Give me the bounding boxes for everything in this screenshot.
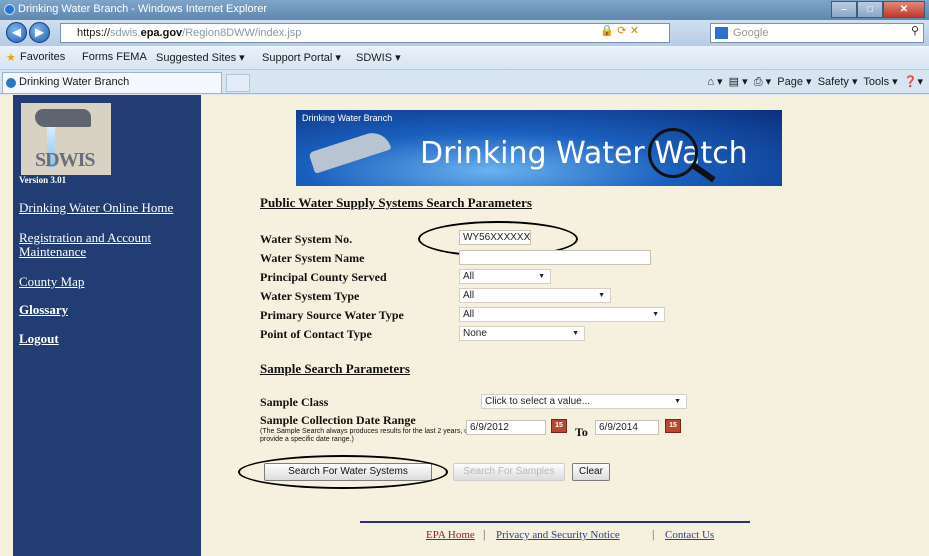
system-type-label: Water System Type — [260, 289, 360, 303]
home-icon[interactable]: ⌂ ▾ — [707, 76, 722, 88]
search-samples-button[interactable]: Search For Samples — [453, 463, 565, 481]
county-value: All — [463, 271, 475, 282]
calendar-icon-to[interactable]: 15 — [665, 419, 681, 433]
url-host: sdwis. — [110, 27, 141, 39]
favorites-bar: ★ Favorites Forms FEMA Suggested Sites ▾… — [0, 46, 929, 70]
search-placeholder: Google — [733, 27, 769, 39]
command-bar: ⌂ ▾ ▤ ▾ ⎙ ▾ Page ▾ Safety ▾ Tools ▾ ❓▾ — [707, 75, 923, 89]
close-icon[interactable]: ✕ — [883, 1, 925, 18]
clear-button[interactable]: Clear — [572, 463, 610, 481]
chevron-down-icon: ▼ — [674, 398, 681, 405]
window-title-bar: Drinking Water Branch - Windows Internet… — [0, 0, 929, 20]
favorite-support-portal[interactable]: Support Portal ▾ — [262, 51, 341, 64]
address-bar[interactable]: https://sdwis.epa.gov/Region8DWW/index.j… — [60, 23, 670, 43]
tab-drinking-water-branch[interactable]: Drinking Water Branch — [2, 72, 222, 93]
help-icon[interactable]: ❓▾ — [904, 76, 923, 88]
date-from-input[interactable]: 6/9/2012 — [466, 420, 546, 435]
page-menu[interactable]: Page ▾ — [777, 76, 811, 88]
sdwis-logo: SDWIS — [21, 103, 111, 175]
contact-type-label: Point of Contact Type — [260, 327, 372, 341]
forward-icon[interactable]: ▶ — [29, 22, 50, 43]
county-select[interactable]: All ▼ — [459, 269, 551, 284]
url-domain: epa.gov — [140, 27, 183, 39]
water-system-no-label: Water System No. — [260, 232, 353, 246]
chevron-down-icon: ▼ — [538, 273, 545, 280]
sidebar-item-home[interactable]: Drinking Water Online Home — [19, 201, 173, 214]
faucet-icon — [35, 109, 91, 127]
tools-menu[interactable]: Tools ▾ — [863, 76, 897, 88]
date-to-input[interactable]: 6/9/2014 — [595, 420, 659, 435]
sidebar: SDWIS Version 3.01 Drinking Water Online… — [13, 95, 201, 556]
water-system-no-input[interactable]: WY56XXXXXX — [459, 230, 531, 245]
favorite-forms-fema[interactable]: Forms FEMA — [82, 51, 147, 63]
water-system-name-input[interactable] — [459, 250, 651, 265]
favorites-button[interactable]: Favorites — [20, 51, 65, 63]
sample-class-value: Click to select a value... — [485, 396, 591, 407]
sample-class-select[interactable]: Click to select a value... ▼ — [481, 394, 687, 409]
pws-search-heading: Public Water Supply Systems Search Param… — [260, 195, 532, 210]
internet-explorer-icon — [4, 4, 15, 15]
url-scheme: https:// — [77, 27, 111, 39]
system-type-value: All — [463, 290, 475, 301]
contact-type-value: None — [463, 328, 487, 339]
logo-text: SDWIS — [35, 149, 95, 171]
sidebar-item-registration[interactable]: Registration and Account — [19, 231, 151, 244]
footer-link-privacy[interactable]: Privacy and Security Notice — [496, 529, 620, 541]
footer-link-contact[interactable]: Contact Us — [665, 529, 714, 541]
system-type-select[interactable]: All ▼ — [459, 288, 611, 303]
faucet-image — [308, 128, 392, 174]
print-icon[interactable]: ⎙ ▾ — [754, 76, 771, 88]
footer-divider — [360, 521, 750, 523]
search-water-systems-button[interactable]: Search For Water Systems — [264, 463, 432, 481]
google-icon — [715, 27, 728, 39]
sample-class-label: Sample Class — [260, 395, 329, 409]
source-type-value: All — [463, 309, 475, 320]
back-icon[interactable]: ◀ — [6, 22, 27, 43]
window-controls: – □ ✕ — [831, 1, 925, 18]
calendar-icon-from[interactable]: 15 — [551, 419, 567, 433]
favorites-star-icon[interactable]: ★ — [6, 51, 16, 64]
browser-nav-bar: ◀ ▶ https://sdwis.epa.gov/Region8DWW/ind… — [0, 20, 929, 46]
feeds-icon[interactable]: ▤ ▾ — [729, 76, 748, 88]
source-type-label: Primary Source Water Type — [260, 308, 404, 322]
favorite-sdwis[interactable]: SDWIS ▾ — [356, 51, 401, 64]
search-icon[interactable]: ⚲ — [911, 24, 919, 37]
tab-bar: Drinking Water Branch ⌂ ▾ ▤ ▾ ⎙ ▾ Page ▾… — [0, 70, 929, 94]
footer-link-epa-home[interactable]: EPA Home — [426, 529, 475, 541]
magnifier-icon — [648, 128, 698, 178]
contact-type-select[interactable]: None ▼ — [459, 326, 585, 341]
banner-subtitle: Drinking Water Branch — [302, 113, 393, 123]
minimize-icon[interactable]: – — [831, 1, 857, 18]
sidebar-item-logout[interactable]: Logout — [19, 332, 59, 345]
sidebar-item-registration-line2[interactable]: Maintenance — [19, 245, 86, 258]
footer-separator: | — [652, 527, 655, 541]
sidebar-item-county-map[interactable]: County Map — [19, 275, 84, 288]
chevron-down-icon: ▼ — [598, 292, 605, 299]
date-to-label: To — [575, 425, 588, 439]
sample-search-heading: Sample Search Parameters — [260, 361, 410, 376]
maximize-icon[interactable]: □ — [857, 1, 883, 18]
safety-menu[interactable]: Safety ▾ — [818, 76, 858, 88]
lock-icon[interactable]: 🔒 ⟳ ✕ — [600, 24, 639, 37]
date-range-label: Sample Collection Date Range — [260, 413, 416, 427]
new-tab-button[interactable] — [226, 74, 250, 92]
window-title: Drinking Water Branch - Windows Internet… — [18, 3, 268, 15]
url-path: /Region8DWW/index.jsp — [182, 27, 302, 39]
version-label: Version 3.01 — [19, 175, 67, 185]
favorite-suggested-sites[interactable]: Suggested Sites ▾ — [156, 51, 245, 64]
search-box[interactable]: Google ⚲ — [710, 23, 924, 43]
water-system-name-label: Water System Name — [260, 251, 365, 265]
sidebar-item-glossary[interactable]: Glossary — [19, 303, 68, 316]
county-label: Principal County Served — [260, 270, 387, 284]
footer-separator: | — [483, 527, 486, 541]
drinking-water-watch-banner: Drinking Water Branch Drinking Water Wat… — [296, 110, 782, 186]
source-type-select[interactable]: All ▼ — [459, 307, 665, 322]
chevron-down-icon: ▼ — [652, 311, 659, 318]
page-content: SDWIS Version 3.01 Drinking Water Online… — [0, 95, 929, 556]
chevron-down-icon: ▼ — [572, 330, 579, 337]
